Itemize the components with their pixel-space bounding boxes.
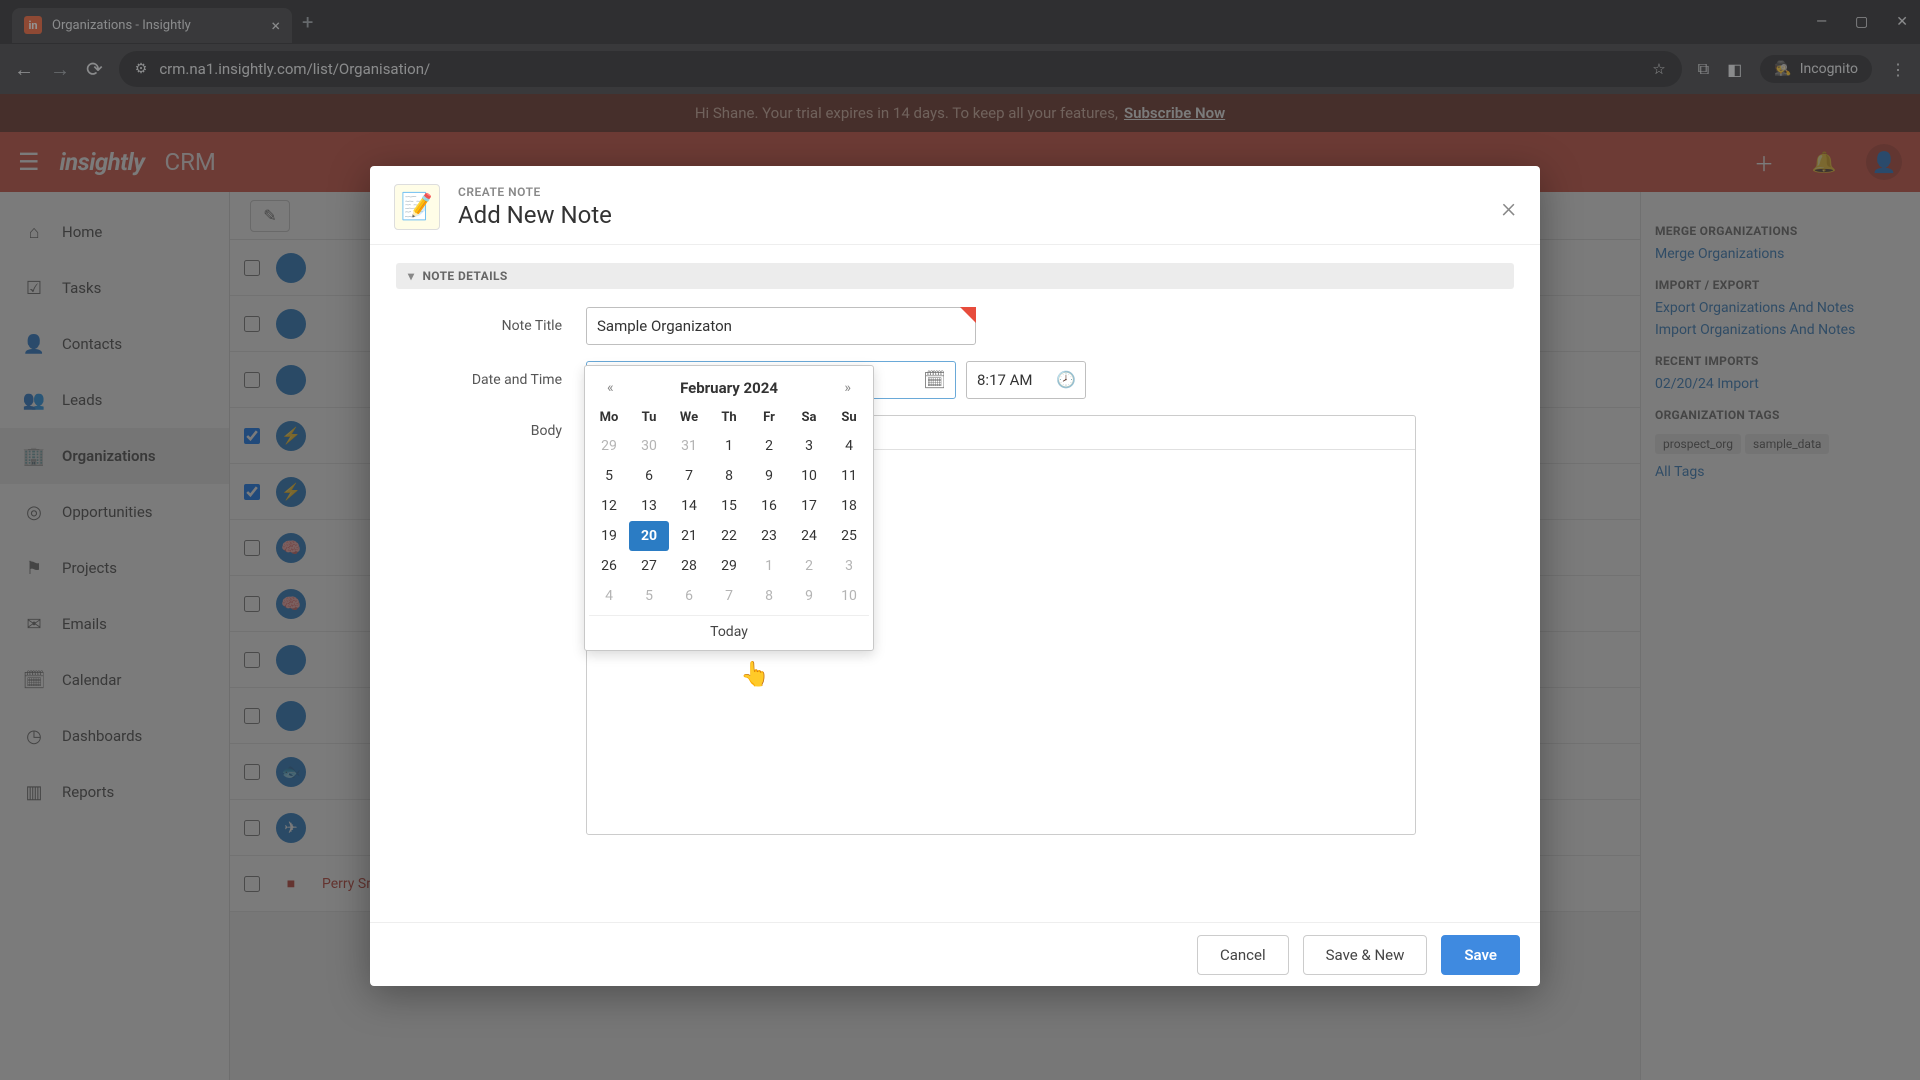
calendar-day[interactable]: 12 <box>589 491 629 521</box>
note-title-input[interactable] <box>586 307 976 345</box>
dow-header: Sa <box>789 404 829 431</box>
calendar-day[interactable]: 19 <box>589 521 629 551</box>
section-label: NOTE DETAILS <box>422 269 507 283</box>
modal-subtitle: CREATE NOTE <box>458 185 612 199</box>
calendar-day[interactable]: 2 <box>749 431 789 461</box>
dow-header: Fr <box>749 404 789 431</box>
close-icon[interactable]: × <box>1501 191 1516 224</box>
calendar-day[interactable]: 21 <box>669 521 709 551</box>
calendar-day[interactable]: 20 <box>629 521 669 551</box>
note-icon: 📝 <box>394 184 440 230</box>
label-body: Body <box>396 415 586 439</box>
calendar-day[interactable]: 10 <box>789 461 829 491</box>
calendar-day[interactable]: 18 <box>829 491 869 521</box>
calendar-day[interactable]: 13 <box>629 491 669 521</box>
calendar-day[interactable]: 9 <box>789 581 829 611</box>
dow-header: Mo <box>589 404 629 431</box>
chevron-down-icon: ▾ <box>408 269 414 283</box>
calendar-day[interactable]: 3 <box>789 431 829 461</box>
calendar-day[interactable]: 29 <box>709 551 749 581</box>
calendar-day[interactable]: 5 <box>589 461 629 491</box>
calendar-day[interactable]: 28 <box>669 551 709 581</box>
modal-body: ▾ NOTE DETAILS Note Title Date and Time … <box>370 245 1540 922</box>
calendar-day[interactable]: 16 <box>749 491 789 521</box>
calendar-day[interactable]: 27 <box>629 551 669 581</box>
calendar-day[interactable]: 15 <box>709 491 749 521</box>
dow-header: We <box>669 404 709 431</box>
time-input[interactable] <box>966 361 1086 399</box>
required-indicator-icon <box>960 307 976 323</box>
calendar-day[interactable]: 9 <box>749 461 789 491</box>
datepicker-popup: « February 2024 » MoTuWeThFrSaSu29303112… <box>584 365 874 651</box>
calendar-day[interactable]: 3 <box>829 551 869 581</box>
calendar-day[interactable]: 6 <box>629 461 669 491</box>
calendar-day[interactable]: 4 <box>589 581 629 611</box>
calendar-day[interactable]: 6 <box>669 581 709 611</box>
next-month-button[interactable]: » <box>836 378 859 398</box>
calendar-day[interactable]: 29 <box>589 431 629 461</box>
dow-header: Th <box>709 404 749 431</box>
label-note-title: Note Title <box>396 318 586 334</box>
calendar-day[interactable]: 1 <box>709 431 749 461</box>
calendar-day[interactable]: 25 <box>829 521 869 551</box>
save-button[interactable]: Save <box>1441 935 1520 975</box>
today-button[interactable]: Today <box>589 615 869 642</box>
cancel-button[interactable]: Cancel <box>1197 935 1289 975</box>
calendar-day[interactable]: 2 <box>789 551 829 581</box>
calendar-day[interactable]: 22 <box>709 521 749 551</box>
dow-header: Tu <box>629 404 669 431</box>
calendar-day[interactable]: 4 <box>829 431 869 461</box>
calendar-day[interactable]: 11 <box>829 461 869 491</box>
section-note-details[interactable]: ▾ NOTE DETAILS <box>396 263 1514 289</box>
calendar-day[interactable]: 10 <box>829 581 869 611</box>
calendar-day[interactable]: 8 <box>749 581 789 611</box>
calendar-day[interactable]: 14 <box>669 491 709 521</box>
month-label[interactable]: February 2024 <box>680 379 778 397</box>
calendar-day[interactable]: 30 <box>629 431 669 461</box>
calendar-day[interactable]: 5 <box>629 581 669 611</box>
label-date-time: Date and Time <box>396 372 586 388</box>
save-and-new-button[interactable]: Save & New <box>1303 935 1428 975</box>
prev-month-button[interactable]: « <box>599 378 622 398</box>
modal-header: 📝 CREATE NOTE Add New Note × <box>370 166 1540 245</box>
calendar-day[interactable]: 7 <box>669 461 709 491</box>
calendar-grid: MoTuWeThFrSaSu29303112345678910111213141… <box>589 404 869 611</box>
calendar-day[interactable]: 7 <box>709 581 749 611</box>
calendar-day[interactable]: 8 <box>709 461 749 491</box>
calendar-day[interactable]: 26 <box>589 551 629 581</box>
add-note-modal: 📝 CREATE NOTE Add New Note × ▾ NOTE DETA… <box>370 166 1540 986</box>
dow-header: Su <box>829 404 869 431</box>
calendar-day[interactable]: 24 <box>789 521 829 551</box>
calendar-day[interactable]: 23 <box>749 521 789 551</box>
calendar-day[interactable]: 17 <box>789 491 829 521</box>
modal-title: Add New Note <box>458 201 612 229</box>
calendar-day[interactable]: 1 <box>749 551 789 581</box>
modal-footer: Cancel Save & New Save <box>370 922 1540 986</box>
calendar-day[interactable]: 31 <box>669 431 709 461</box>
